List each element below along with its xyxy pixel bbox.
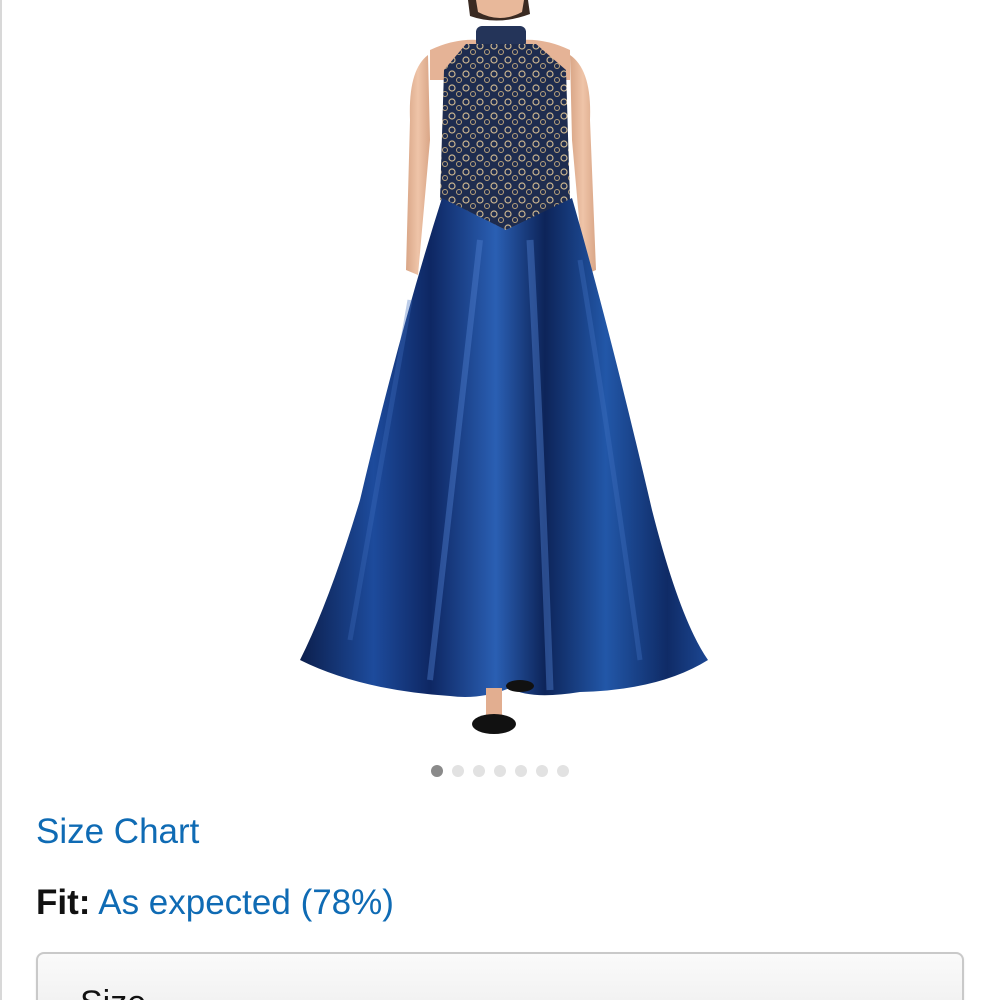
screen-edge <box>0 0 2 1000</box>
size-chart-link[interactable]: Size Chart <box>36 812 199 852</box>
image-carousel-dots[interactable] <box>0 765 1000 779</box>
product-image[interactable] <box>280 0 720 750</box>
size-selector[interactable]: Size <box>36 952 964 1000</box>
fit-row: Fit: As expected (78%) <box>36 883 394 923</box>
size-selector-label: Size <box>80 984 146 1000</box>
fit-value-link[interactable]: As expected (78%) <box>98 883 394 922</box>
carousel-dot-2[interactable] <box>452 765 464 777</box>
carousel-dot-5[interactable] <box>515 765 527 777</box>
carousel-dot-1[interactable] <box>431 765 443 777</box>
dress-illustration <box>300 0 708 734</box>
carousel-dot-6[interactable] <box>536 765 548 777</box>
carousel-dot-4[interactable] <box>494 765 506 777</box>
fit-label: Fit: <box>36 883 91 922</box>
carousel-dot-3[interactable] <box>473 765 485 777</box>
product-page: Size Chart Fit: As expected (78%) Size <box>0 0 1000 1000</box>
carousel-dot-7[interactable] <box>557 765 569 777</box>
